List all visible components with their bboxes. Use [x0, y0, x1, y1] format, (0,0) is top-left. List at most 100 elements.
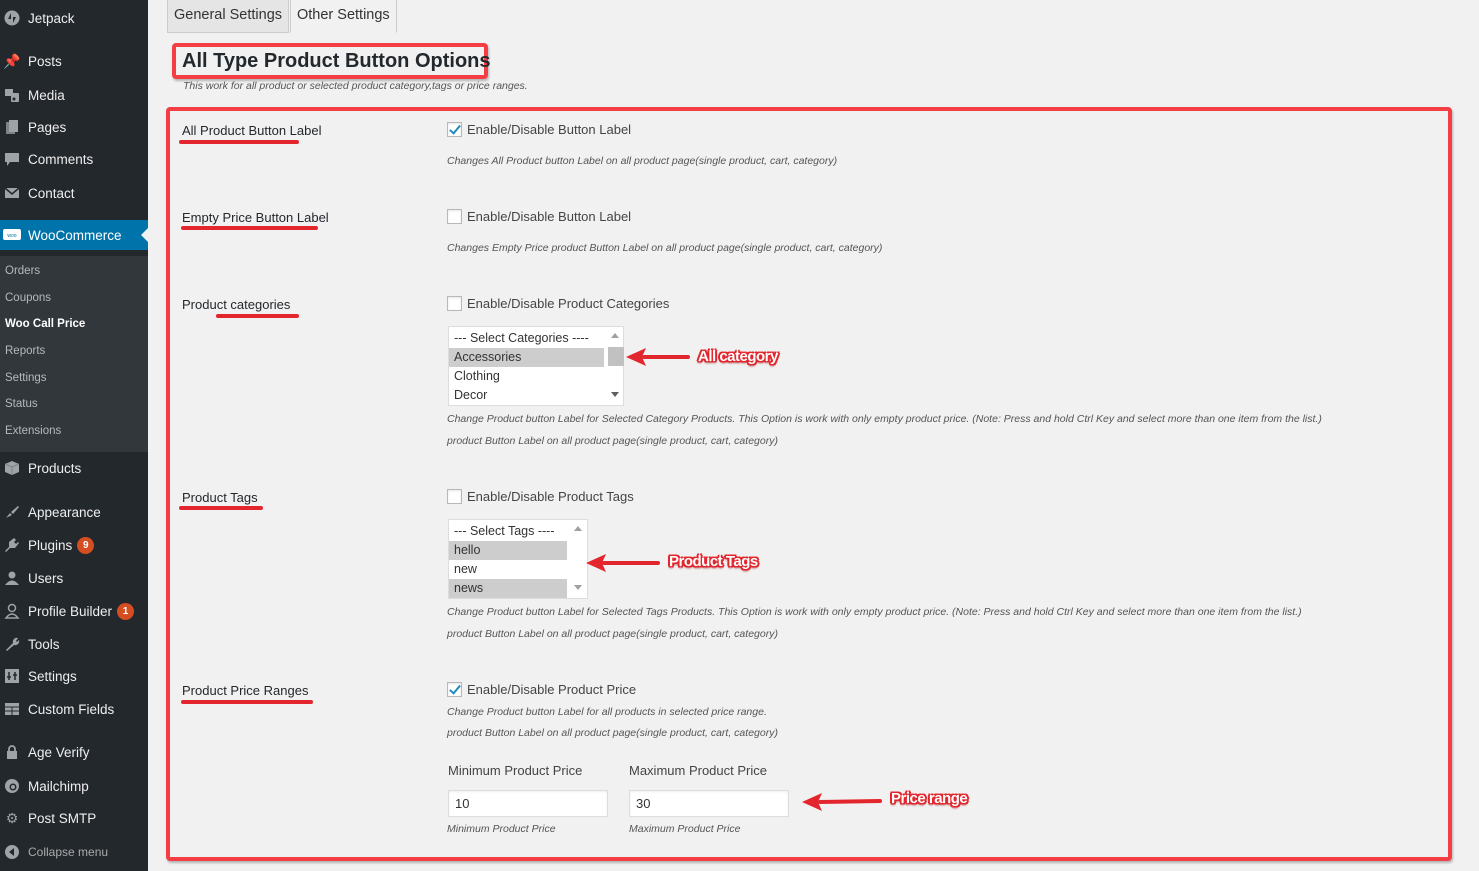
max-price-hint: Maximum Product Price — [629, 823, 741, 835]
sidebar-item-post-smtp[interactable]: ⚙ Post SMTP — [0, 803, 148, 833]
arrow-icon — [802, 793, 882, 811]
tag-option[interactable]: --- Select Tags ---- — [449, 522, 567, 541]
submenu-orders[interactable]: Orders — [5, 265, 40, 277]
categories-checkbox[interactable] — [447, 296, 462, 311]
settings-icon — [3, 667, 21, 685]
tag-option[interactable]: news — [449, 579, 567, 598]
all-product-checkbox[interactable] — [447, 122, 462, 137]
sidebar-item-contact[interactable]: Contact — [0, 178, 148, 208]
categories-toggle[interactable]: Enable/Disable Product Categories — [447, 296, 669, 311]
max-price-label: Maximum Product Price — [629, 763, 767, 778]
all-category-callout: All category — [698, 348, 778, 365]
plug-icon — [3, 536, 21, 554]
sidebar-item-age-verify[interactable]: Age Verify — [0, 737, 148, 767]
all-product-description: Changes All Product button Label on all … — [447, 155, 838, 167]
empty-price-label: Empty Price Button Label — [182, 210, 329, 225]
price-description: Change Product button Label for all prod… — [447, 706, 767, 718]
sidebar-item-products[interactable]: Products — [0, 453, 148, 483]
pin-icon: 📌 — [3, 52, 21, 69]
categories-select[interactable]: --- Select Categories ---- Accessories C… — [448, 326, 624, 406]
woo-icon: woo — [3, 226, 21, 244]
categories-description: Change Product button Label for Selected… — [447, 413, 1322, 425]
sidebar-item-jetpack[interactable]: Jetpack — [0, 3, 148, 33]
scroll-up-arrow[interactable] — [574, 526, 582, 531]
woocommerce-submenu: Orders Coupons Woo Call Price Reports Se… — [0, 256, 148, 452]
sidebar-item-posts[interactable]: 📌 Posts — [0, 46, 148, 76]
annotation-underline — [179, 506, 263, 510]
submenu-settings[interactable]: Settings — [5, 372, 47, 384]
price-checkbox[interactable] — [447, 682, 462, 697]
empty-price-description: Changes Empty Price product Button Label… — [447, 242, 883, 254]
empty-price-toggle[interactable]: Enable/Disable Button Label — [447, 209, 631, 224]
tags-select[interactable]: --- Select Tags ---- hello new news — [448, 519, 588, 599]
options-annotation-box — [166, 107, 1452, 861]
categories-description-2: product Button Label on all product page… — [447, 435, 778, 447]
submenu-coupons[interactable]: Coupons — [5, 292, 51, 304]
media-icon — [3, 86, 21, 104]
tags-description-2: product Button Label on all product page… — [447, 628, 778, 640]
category-option[interactable]: Clothing — [449, 367, 604, 386]
envelope-icon — [3, 184, 21, 202]
min-price-input[interactable] — [448, 790, 608, 817]
sidebar-item-plugins[interactable]: Plugins 9 — [0, 530, 148, 560]
arrow-icon — [586, 554, 660, 572]
sidebar-item-custom-fields[interactable]: Custom Fields — [0, 694, 148, 724]
product-price-ranges-label: Product Price Ranges — [182, 683, 309, 698]
sidebar-item-media[interactable]: Media — [0, 80, 148, 110]
brush-icon — [3, 503, 21, 521]
empty-price-checkbox[interactable] — [447, 209, 462, 224]
tags-toggle[interactable]: Enable/Disable Product Tags — [447, 489, 634, 504]
tag-option[interactable]: hello — [449, 541, 567, 560]
max-price-input[interactable] — [629, 790, 789, 817]
min-price-label: Minimum Product Price — [448, 763, 583, 778]
submenu-status[interactable]: Status — [5, 398, 38, 410]
pages-icon — [3, 118, 21, 136]
box-icon — [3, 459, 21, 477]
submenu-woo-call-price[interactable]: Woo Call Price — [5, 318, 85, 330]
arrow-icon — [626, 348, 690, 366]
annotation-underline — [181, 226, 318, 230]
mailchimp-icon — [3, 777, 21, 795]
tab-general-settings[interactable]: General Settings — [167, 0, 290, 33]
scroll-up-arrow[interactable] — [611, 333, 619, 338]
all-product-label: All Product Button Label — [182, 123, 322, 138]
collapse-menu-button[interactable]: Collapse menu — [0, 837, 148, 867]
product-tags-label: Product Tags — [182, 490, 258, 505]
sidebar-item-users[interactable]: Users — [0, 563, 148, 593]
scroll-down-arrow[interactable] — [611, 392, 619, 397]
annotation-underline — [216, 314, 299, 318]
sidebar-item-comments[interactable]: Comments — [0, 144, 148, 174]
all-product-toggle[interactable]: Enable/Disable Button Label — [447, 122, 631, 137]
category-option[interactable]: --- Select Categories ---- — [449, 329, 604, 348]
comment-icon — [3, 150, 21, 168]
price-description-2: product Button Label on all product page… — [447, 727, 778, 739]
product-tags-callout: Product Tags — [669, 553, 758, 570]
tab-other-settings[interactable]: Other Settings — [290, 0, 397, 33]
scroll-down-arrow[interactable] — [574, 585, 582, 590]
jetpack-icon — [3, 9, 21, 27]
sidebar-item-tools[interactable]: Tools — [0, 629, 148, 659]
product-categories-label: Product categories — [182, 297, 291, 312]
svg-text:woo: woo — [7, 233, 16, 239]
sidebar-item-pages[interactable]: Pages — [0, 112, 148, 142]
grid-icon — [3, 700, 21, 718]
sidebar-item-appearance[interactable]: Appearance — [0, 497, 148, 527]
sidebar-item-woocommerce[interactable]: woo WooCommerce — [0, 220, 148, 250]
tag-option[interactable]: new — [449, 560, 567, 579]
min-price-hint: Minimum Product Price — [447, 823, 556, 835]
user-icon — [3, 569, 21, 587]
admin-sidebar: Jetpack 📌 Posts Media Pages Comments Con… — [0, 0, 148, 871]
sidebar-item-mailchimp[interactable]: Mailchimp — [0, 771, 148, 801]
category-option[interactable]: Accessories — [449, 348, 604, 367]
submenu-reports[interactable]: Reports — [5, 345, 45, 357]
submenu-extensions[interactable]: Extensions — [5, 425, 61, 437]
plugins-update-badge: 9 — [77, 536, 95, 554]
profile-builder-badge: 1 — [117, 602, 135, 620]
category-option[interactable]: Decor — [449, 386, 604, 405]
sidebar-item-settings[interactable]: Settings — [0, 661, 148, 691]
tags-checkbox[interactable] — [447, 489, 462, 504]
scrollbar-thumb[interactable] — [608, 347, 624, 366]
price-toggle[interactable]: Enable/Disable Product Price — [447, 682, 636, 697]
wrench-icon — [3, 635, 21, 653]
sidebar-item-profile-builder[interactable]: Profile Builder 1 — [0, 596, 148, 626]
